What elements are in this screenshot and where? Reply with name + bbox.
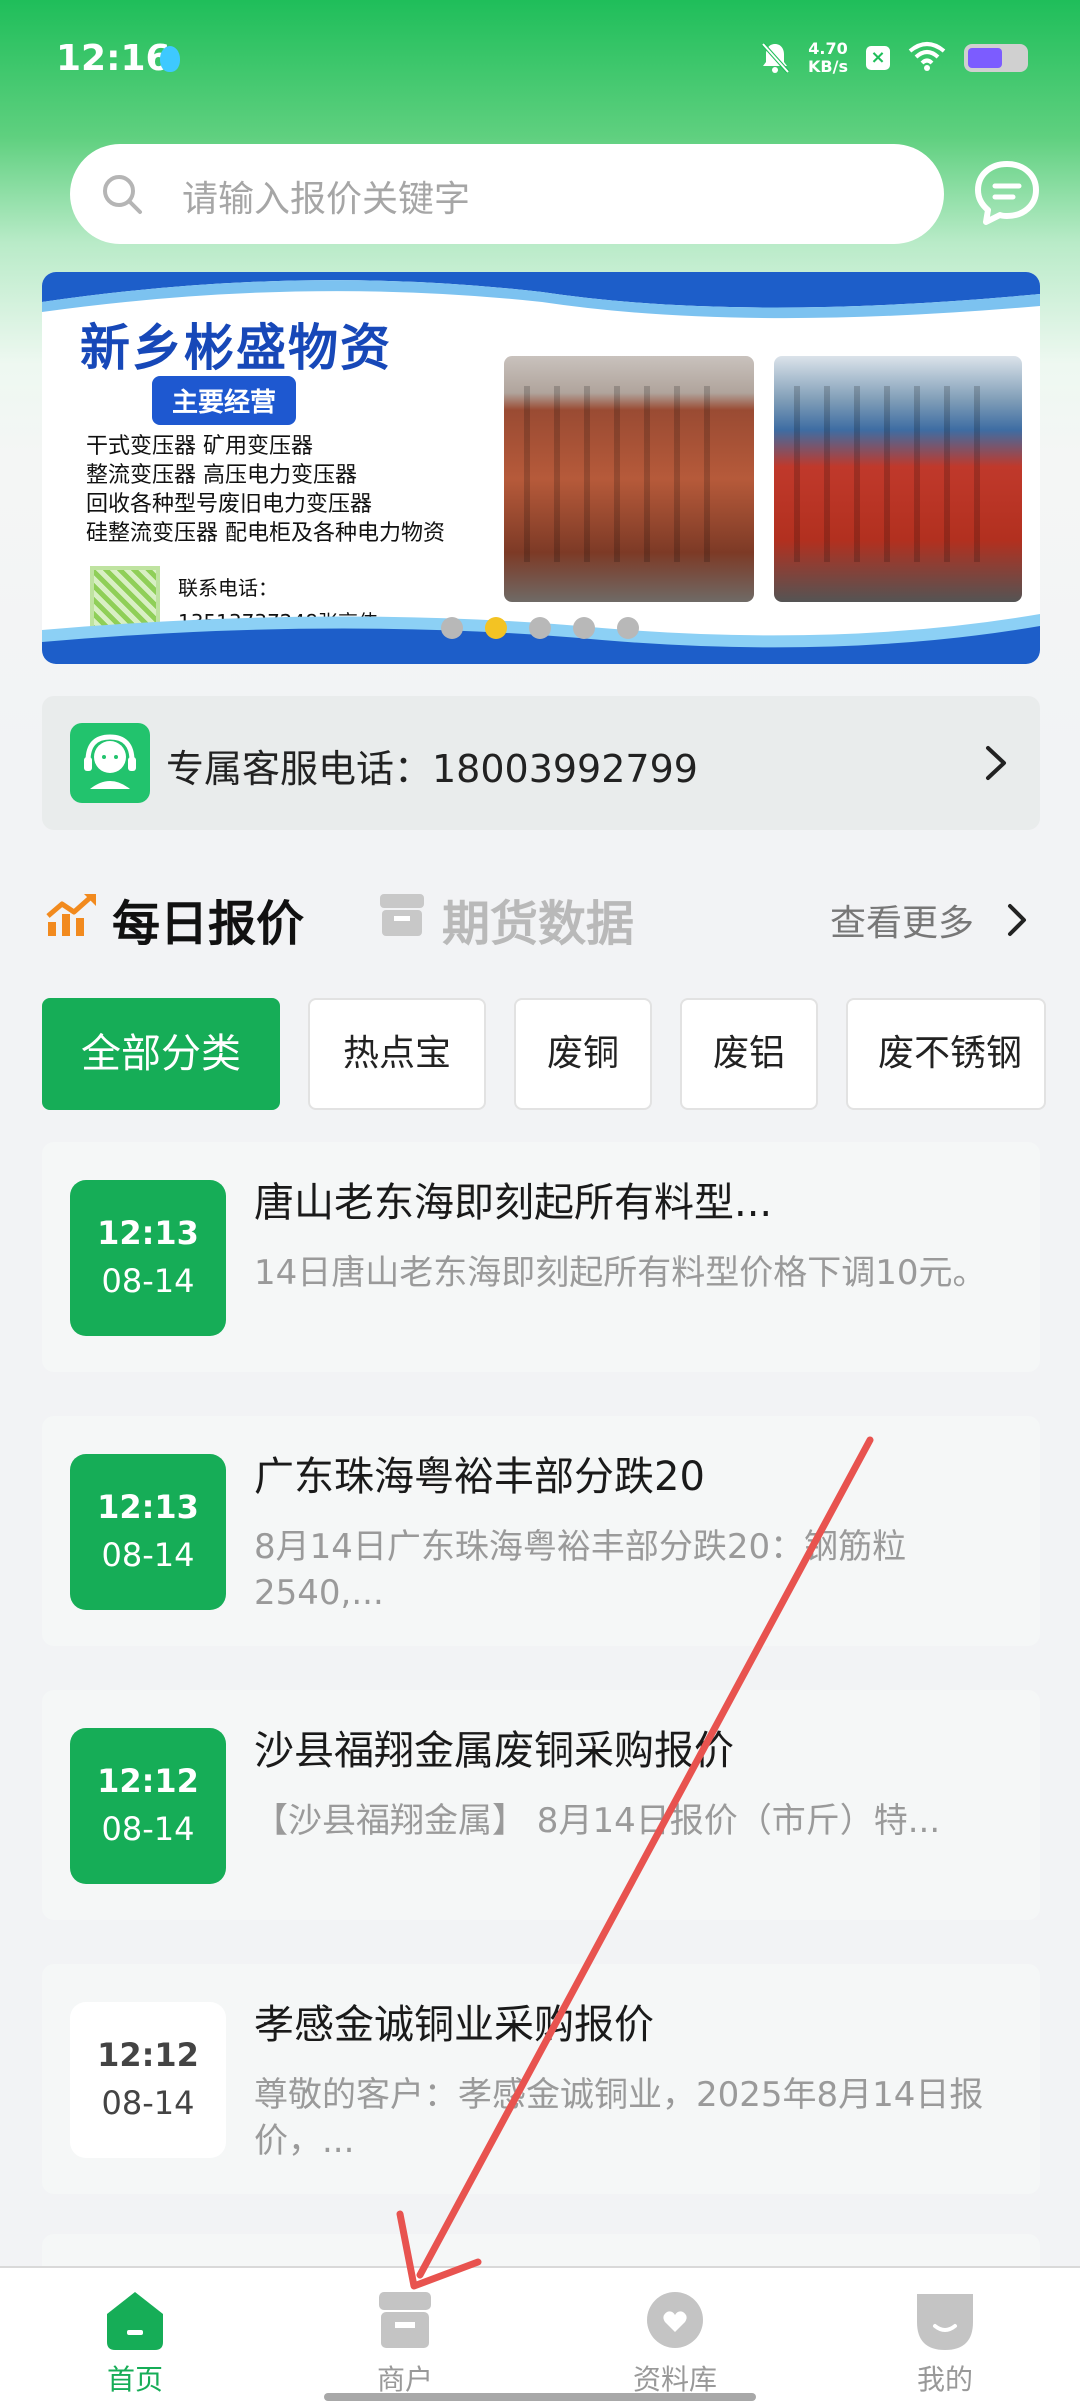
- news-summary: 14日唐山老东海即刻起所有料型价格下调10元。: [254, 1253, 987, 1293]
- news-item[interactable]: 12:12 08-14 沙县福翔金属废铜采购报价 【沙县福翔金属】 8月14日报…: [42, 1690, 1040, 1920]
- mute-icon: [760, 41, 790, 75]
- banner-business-list: 干式变压器 矿用变压器 整流变压器 高压电力变压器 回收各种型号废旧电力变压器 …: [86, 432, 445, 548]
- chip-scrap-aluminum[interactable]: 废铝: [680, 998, 818, 1110]
- notification-app-icon: [160, 46, 180, 72]
- store-icon: [380, 894, 424, 936]
- nav-home[interactable]: 首页: [0, 2268, 270, 2408]
- section-tabs: 每日报价 期货数据 查看更多: [42, 878, 1040, 952]
- news-item[interactable]: 12:13 08-14 广东珠海粤裕丰部分跌20 8月14日广东珠海粤裕丰部分跌…: [42, 1416, 1040, 1646]
- banner-badge: 主要经营: [152, 376, 297, 425]
- nav-profile[interactable]: 我的: [810, 2268, 1080, 2408]
- nav-label: 资料库: [632, 2363, 717, 2396]
- news-item[interactable]: 12:12 08-14 孝感金诚铜业采购报价 尊敬的客户：孝感金诚铜业，2025…: [42, 1964, 1040, 2194]
- banner-pagination: [441, 617, 639, 639]
- chevron-right-icon[interactable]: [1004, 900, 1030, 940]
- pagination-dot[interactable]: [529, 617, 551, 639]
- customer-service-icon: [70, 723, 150, 803]
- transformer-photo: [774, 356, 1022, 602]
- home-icon: [107, 2292, 163, 2350]
- pagination-dot[interactable]: [573, 617, 595, 639]
- nav-label: 我的: [916, 2363, 973, 2396]
- chip-scrap-copper[interactable]: 废铜: [514, 998, 652, 1110]
- news-date-badge: 12:13 08-14: [70, 1180, 226, 1336]
- customer-service-phone: 专属客服电话：18003992799: [166, 747, 698, 791]
- pagination-dot-active[interactable]: [485, 617, 507, 639]
- nav-merchant[interactable]: 商户: [270, 2268, 540, 2408]
- tab-futures-data[interactable]: 期货数据: [442, 884, 634, 954]
- banner-line: 整流变压器 高压电力变压器: [86, 463, 357, 488]
- news-date-badge: 12:12 08-14: [70, 1728, 226, 1884]
- status-icons: 4.70 KB/s ×: [760, 40, 1028, 76]
- bottom-navigation: 首页 商户 资料库 我的: [0, 2266, 1080, 2408]
- news-title: 广东珠海粤裕丰部分跌20: [254, 1454, 705, 1500]
- banner-line: 干式变压器 矿用变压器: [86, 434, 313, 459]
- news-title: 唐山老东海即刻起所有料型...: [254, 1180, 773, 1226]
- message-bubble-icon[interactable]: [974, 160, 1040, 226]
- profile-icon: [917, 2294, 973, 2350]
- nav-label: 商户: [376, 2363, 433, 2396]
- wifi-icon: [908, 41, 946, 75]
- status-time: 12:16: [56, 38, 171, 79]
- network-speed: 4.70 KB/s: [808, 39, 848, 76]
- banner-line: 硅整流变压器 配电柜及各种电力物资: [86, 521, 445, 546]
- news-summary: 8月14日广东珠海粤裕丰部分跌20：钢筋粒2540,...: [254, 1527, 907, 1613]
- chevron-right-icon: [986, 746, 1006, 780]
- news-date-badge: 12:13 08-14: [70, 1454, 226, 1610]
- news-date-badge: 12:12 08-14: [70, 2002, 226, 2158]
- pagination-dot[interactable]: [441, 617, 463, 639]
- banner-line: 回收各种型号废旧电力变压器: [86, 492, 373, 517]
- news-title: 孝感金诚铜业采购报价: [254, 2002, 654, 2048]
- banner-title: 新乡彬盛物资: [80, 319, 392, 377]
- x-app-icon: ×: [866, 46, 890, 70]
- view-more-link[interactable]: 查看更多: [830, 894, 974, 946]
- news-summary: 尊敬的客户：孝感金诚铜业，2025年8月14日报价，...: [254, 2075, 984, 2161]
- news-summary: 【沙县福翔金属】 8月14日报价（市斤）特...: [254, 1801, 941, 1841]
- pagination-dot[interactable]: [617, 617, 639, 639]
- search-input[interactable]: 请输入报价关键字: [70, 144, 944, 244]
- banner-contact-label: 联系电话：: [178, 576, 278, 600]
- category-chips: 全部分类 热点宝 废铜 废铝 废不锈钢: [42, 998, 1080, 1112]
- library-heart-icon: [647, 2292, 703, 2348]
- promo-banner[interactable]: 新乡彬盛物资 主要经营 干式变压器 矿用变压器 整流变压器 高压电力变压器 回收…: [42, 272, 1040, 664]
- news-title: 沙县福翔金属废铜采购报价: [254, 1728, 734, 1774]
- trend-chart-icon: [46, 894, 96, 936]
- customer-service-row[interactable]: 专属客服电话：18003992799: [42, 696, 1040, 830]
- chip-all-categories[interactable]: 全部分类: [42, 998, 280, 1110]
- nav-label: 首页: [106, 2363, 163, 2396]
- battery-icon: [964, 44, 1028, 72]
- home-indicator[interactable]: [324, 2393, 756, 2401]
- chip-hot[interactable]: 热点宝: [308, 998, 486, 1110]
- nav-library[interactable]: 资料库: [540, 2268, 810, 2408]
- chip-scrap-stainless[interactable]: 废不锈钢: [846, 998, 1046, 1110]
- transformer-photo: [504, 356, 754, 602]
- news-item[interactable]: 12:13 08-14 唐山老东海即刻起所有料型... 14日唐山老东海即刻起所…: [42, 1142, 1040, 1372]
- status-bar: 12:16 4.70 KB/s ×: [0, 0, 1080, 120]
- search-icon: [103, 175, 142, 214]
- tab-daily-quotes[interactable]: 每日报价: [112, 884, 304, 954]
- search-placeholder: 请输入报价关键字: [182, 179, 471, 220]
- shop-icon: [379, 2292, 431, 2348]
